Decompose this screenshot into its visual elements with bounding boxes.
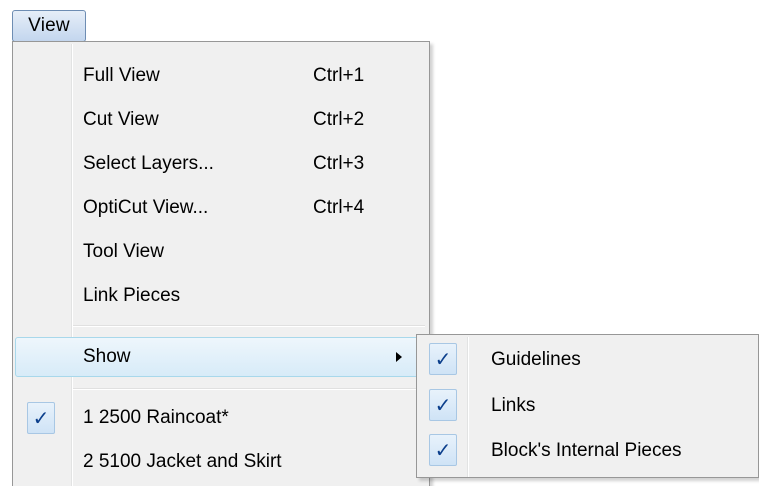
menu-item-label: Full View bbox=[83, 65, 160, 86]
menu-item-shortcut: Ctrl+4 bbox=[313, 197, 365, 218]
submenu-item-label: Links bbox=[491, 395, 536, 416]
submenu-item-label: Block's Internal Pieces bbox=[491, 440, 682, 461]
menu-item-opticut-view[interactable]: OptiCut View... Ctrl+4 bbox=[15, 188, 427, 228]
menu-separator bbox=[73, 325, 425, 327]
menu-item-full-view[interactable]: Full View Ctrl+1 bbox=[15, 56, 427, 96]
menu-item-shortcut: Ctrl+1 bbox=[313, 65, 365, 86]
menu-item-link-pieces[interactable]: Link Pieces bbox=[15, 276, 427, 316]
show-submenu: ✓ Guidelines ✓ Links ✓ Block's Internal … bbox=[416, 334, 759, 478]
menu-item-label: 1 2500 Raincoat* bbox=[83, 407, 229, 428]
menu-item-recent-2[interactable]: 2 5100 Jacket and Skirt bbox=[15, 442, 427, 482]
menu-item-recent-1[interactable]: ✓ 1 2500 Raincoat* bbox=[15, 398, 427, 438]
menu-item-label: Tool View bbox=[83, 241, 164, 262]
view-menu-label: View bbox=[28, 15, 70, 36]
menu-item-show[interactable]: Show bbox=[15, 337, 427, 377]
checkmark-icon: ✓ bbox=[429, 389, 457, 421]
view-menu-button[interactable]: View bbox=[12, 10, 86, 42]
menu-item-tool-view[interactable]: Tool View bbox=[15, 232, 427, 272]
menu-item-label: OptiCut View... bbox=[83, 197, 209, 218]
checkmark-icon: ✓ bbox=[27, 402, 55, 434]
submenu-item-guidelines[interactable]: ✓ Guidelines bbox=[419, 338, 759, 382]
submenu-item-label: Guidelines bbox=[491, 349, 581, 370]
view-dropdown-menu: Full View Ctrl+1 Cut View Ctrl+2 Select … bbox=[12, 41, 430, 486]
menu-item-label: Select Layers... bbox=[83, 153, 214, 174]
menu-item-label: 2 5100 Jacket and Skirt bbox=[83, 451, 282, 472]
checkmark-icon: ✓ bbox=[429, 434, 457, 466]
menu-item-label: Cut View bbox=[83, 109, 159, 130]
submenu-item-links[interactable]: ✓ Links bbox=[419, 384, 759, 428]
menu-item-label: Link Pieces bbox=[83, 285, 181, 306]
menu-item-cut-view[interactable]: Cut View Ctrl+2 bbox=[15, 100, 427, 140]
view-menu-screenshot: View Full View Ctrl+1 Cut View Ctrl+2 Se… bbox=[0, 0, 759, 486]
chevron-right-icon bbox=[396, 352, 402, 362]
checkmark-icon: ✓ bbox=[429, 343, 457, 375]
menu-item-label: Show bbox=[83, 346, 131, 367]
menu-item-shortcut: Ctrl+3 bbox=[313, 153, 365, 174]
menu-separator bbox=[73, 388, 425, 390]
menu-item-shortcut: Ctrl+2 bbox=[313, 109, 365, 130]
submenu-item-blocks-internal-pieces[interactable]: ✓ Block's Internal Pieces bbox=[419, 429, 759, 473]
menu-item-select-layers[interactable]: Select Layers... Ctrl+3 bbox=[15, 144, 427, 184]
